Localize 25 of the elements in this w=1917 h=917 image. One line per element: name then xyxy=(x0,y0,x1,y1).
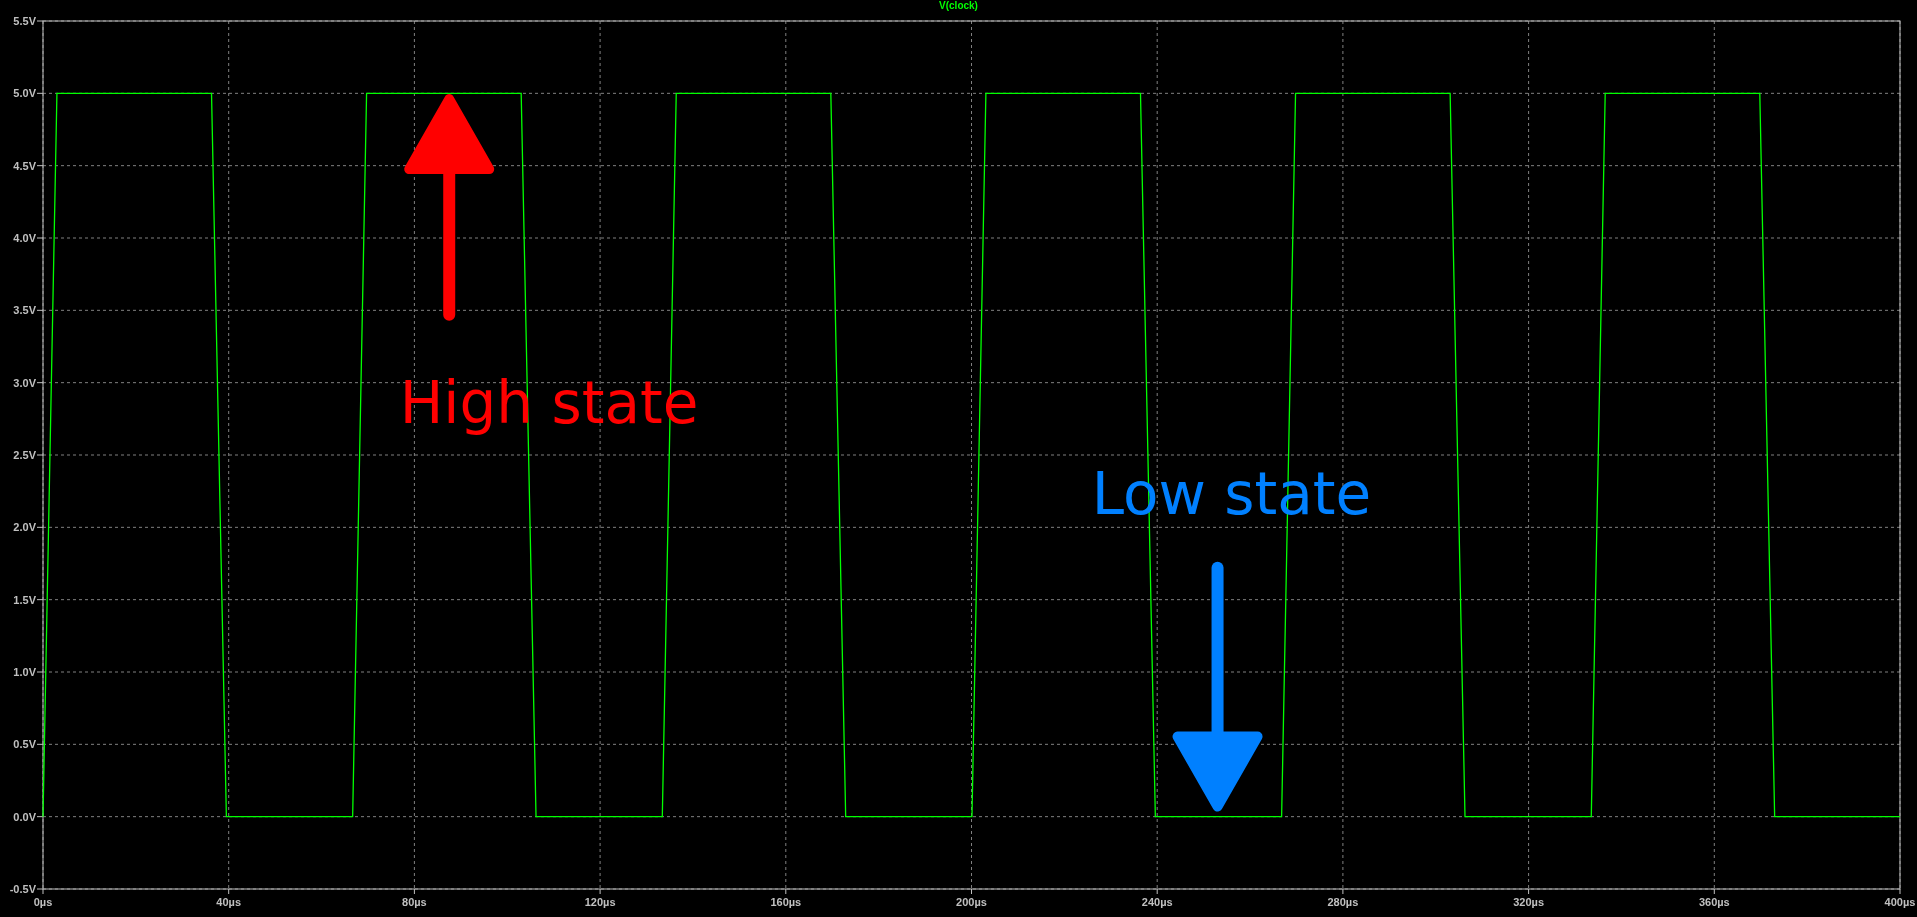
trace-name: V(clock) xyxy=(939,0,978,12)
y-tick-label: 4.0V xyxy=(13,232,36,244)
y-tick-label: 3.5V xyxy=(13,304,36,317)
y-tick-label: -0.5V xyxy=(9,883,36,895)
y-tick-label: 2.5V xyxy=(13,449,36,461)
x-tick-label: 40µs xyxy=(216,896,242,908)
x-tick-label: 280µs xyxy=(1327,896,1359,908)
y-tick-label: 0.0V xyxy=(13,810,36,823)
x-tick-label: 0µs xyxy=(33,896,53,908)
x-tick-label: 240µs xyxy=(1141,896,1173,908)
x-tick-label: 400µs xyxy=(1884,896,1916,908)
x-tick-label: 360µs xyxy=(1698,896,1730,908)
y-tick-label: 2.0V xyxy=(13,521,36,534)
y-tick-label: 1.5V xyxy=(13,593,36,606)
y-tick-label: 5.5V xyxy=(13,15,36,27)
y-tick-label: 4.5V xyxy=(13,159,36,172)
y-tick-label: 5.0V xyxy=(13,87,36,100)
x-tick-label: 80µs xyxy=(402,896,427,908)
y-tick-label: 3.0V xyxy=(13,376,36,389)
x-tick-label: 120µs xyxy=(584,896,616,908)
y-tick-label: 0.5V xyxy=(13,738,36,751)
x-tick-label: 320µs xyxy=(1513,896,1544,908)
x-tick-label: 200µs xyxy=(956,896,987,908)
x-tick-label: 160µs xyxy=(770,896,802,908)
y-tick-label: 1.0V xyxy=(13,666,36,678)
